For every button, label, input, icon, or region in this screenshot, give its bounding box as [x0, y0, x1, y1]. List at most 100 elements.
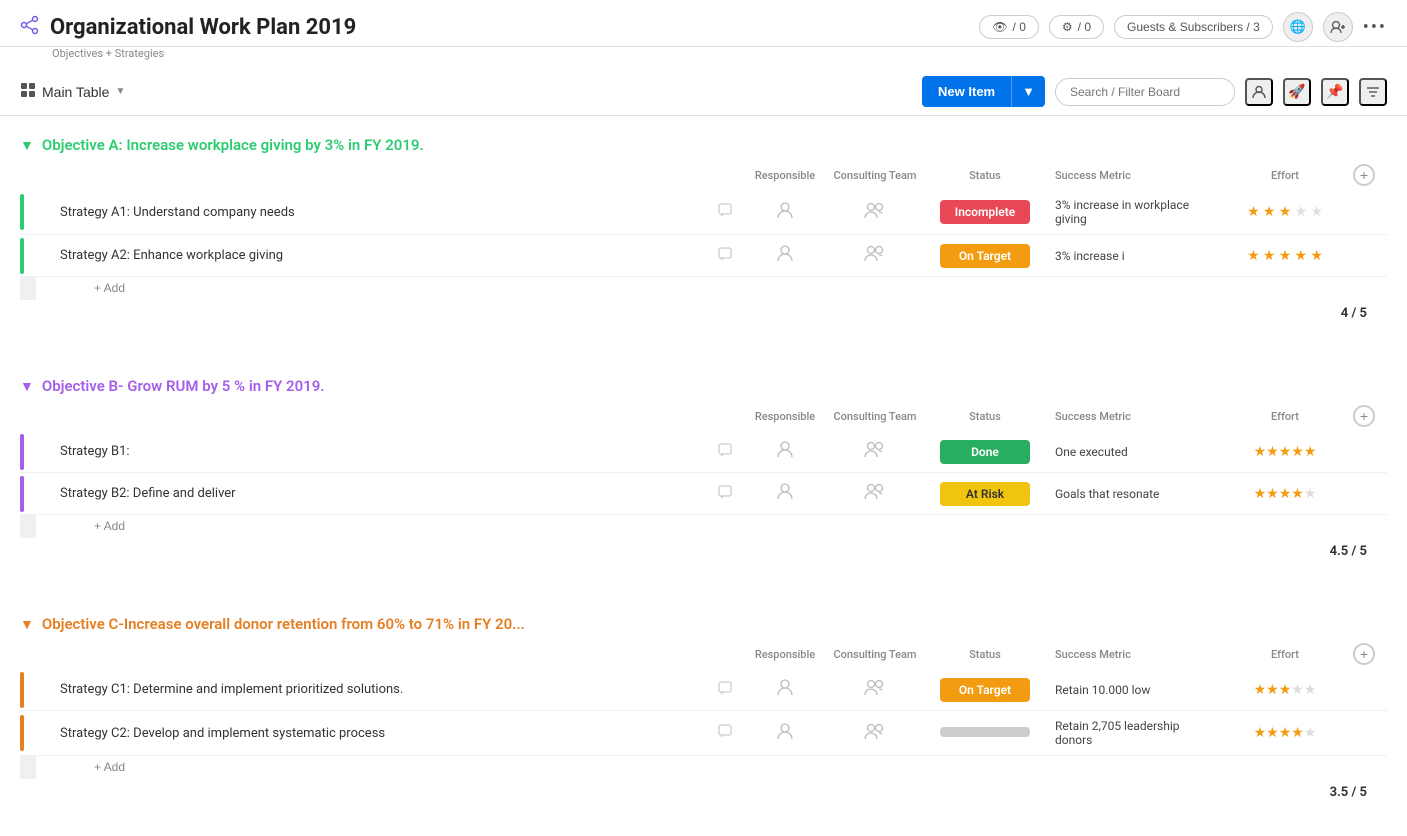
- collapse-btn-b[interactable]: ▼: [20, 378, 34, 394]
- more-btn[interactable]: •••: [1363, 17, 1387, 38]
- automations-btn[interactable]: ⚙ / 0: [1049, 15, 1104, 39]
- consulting-icon[interactable]: [825, 473, 925, 515]
- objective-header-c: ▼ Objective C-Increase overall donor ret…: [20, 615, 1387, 633]
- add-col-btn-b[interactable]: +: [1353, 405, 1375, 427]
- table-row: Strategy B1:: [20, 431, 1387, 473]
- new-item-dropdown-btn[interactable]: ▼: [1011, 76, 1045, 107]
- metric-cell: One executed: [1045, 431, 1225, 473]
- star-5: ★: [1310, 204, 1323, 220]
- responsible-header-b: Responsible: [745, 401, 825, 431]
- collapse-btn-a[interactable]: ▼: [20, 137, 34, 153]
- objective-table-a: Responsible Consulting Team Status Succe…: [20, 160, 1387, 300]
- status-cell[interactable]: Incomplete: [925, 190, 1045, 235]
- effort-header-b: Effort: [1225, 401, 1345, 431]
- responsible-icon[interactable]: [745, 431, 825, 473]
- consulting-icon[interactable]: [825, 431, 925, 473]
- status-header-b: Status: [925, 401, 1045, 431]
- star-1: ★: [1247, 204, 1260, 220]
- stars-cell: ★★★★★: [1225, 431, 1345, 473]
- consulting-header-a: Consulting Team: [825, 160, 925, 190]
- star-3: ★: [1279, 204, 1292, 220]
- search-input[interactable]: [1055, 78, 1235, 106]
- status-badge: [940, 727, 1030, 737]
- strategy-name[interactable]: Strategy B1:: [52, 431, 705, 473]
- status-cell[interactable]: On Target: [925, 235, 1045, 277]
- share-icon[interactable]: [20, 15, 40, 40]
- comment-icon[interactable]: [705, 235, 745, 277]
- add-strategy-btn-c[interactable]: + Add: [58, 760, 125, 774]
- consulting-icon[interactable]: [825, 711, 925, 756]
- objective-title-b[interactable]: Objective B- Grow RUM by 5 % in FY 2019.: [42, 377, 325, 395]
- strategy-name[interactable]: Strategy A2: Enhance workplace giving: [52, 235, 705, 277]
- effort-header-a: Effort: [1225, 160, 1345, 190]
- status-header-a: Status: [925, 160, 1045, 190]
- comment-icon[interactable]: [705, 669, 745, 711]
- consulting-icon[interactable]: [825, 669, 925, 711]
- row-bar: [20, 190, 36, 235]
- collapse-btn-c[interactable]: ▼: [20, 616, 34, 632]
- pin-icon-btn[interactable]: 📌: [1321, 78, 1349, 106]
- metric-header-c: Success Metric: [1045, 639, 1225, 669]
- new-item-button[interactable]: New Item: [922, 76, 1011, 107]
- guests-btn[interactable]: Guests & Subscribers / 3: [1114, 15, 1273, 39]
- add-user-icon-btn[interactable]: [1323, 12, 1353, 42]
- filter-icon-btn[interactable]: [1359, 78, 1387, 106]
- metric-cell: Goals that resonate: [1045, 473, 1225, 515]
- main-table-label: Main Table: [42, 84, 109, 100]
- globe-icon-btn[interactable]: 🌐: [1283, 12, 1313, 42]
- stars-cell: ★★★★★: [1225, 473, 1345, 515]
- row-bar: [20, 235, 36, 277]
- comment-icon[interactable]: [705, 473, 745, 515]
- responsible-icon[interactable]: [745, 235, 825, 277]
- table-row: Strategy C1: Determine and implement pri…: [20, 669, 1387, 711]
- status-cell[interactable]: On Target: [925, 669, 1045, 711]
- person-icon-btn[interactable]: [1245, 78, 1273, 106]
- row-bar: [20, 669, 36, 711]
- responsible-icon[interactable]: [745, 669, 825, 711]
- top-header: Organizational Work Plan 2019 👁 / 0 ⚙ / …: [0, 0, 1407, 47]
- views-btn[interactable]: 👁 / 0: [979, 15, 1039, 39]
- add-strategy-btn-b[interactable]: + Add: [58, 519, 125, 533]
- objective-section-c: ▼ Objective C-Increase overall donor ret…: [20, 615, 1387, 806]
- metric-cell: Retain 2,705 leadership donors: [1045, 711, 1225, 756]
- strategy-name[interactable]: Strategy A1: Understand company needs: [52, 190, 705, 235]
- status-cell[interactable]: [925, 711, 1045, 756]
- status-badge: At Risk: [940, 482, 1030, 506]
- notify-count: 0: [1084, 20, 1091, 34]
- stars-cell: ★ ★ ★ ★ ★: [1225, 190, 1345, 235]
- objective-title-a[interactable]: Objective A: Increase workplace giving b…: [42, 136, 424, 154]
- main-table-btn[interactable]: Main Table ▼: [20, 82, 125, 101]
- strategy-name[interactable]: Strategy C1: Determine and implement pri…: [52, 669, 705, 711]
- table-row: Strategy A1: Understand company needs: [20, 190, 1387, 235]
- star-2: ★: [1263, 248, 1276, 264]
- add-col-btn-a[interactable]: +: [1353, 164, 1375, 186]
- header-right: 👁 / 0 ⚙ / 0 Guests & Subscribers / 3 🌐 •…: [979, 12, 1387, 42]
- add-col-btn-c[interactable]: +: [1353, 643, 1375, 665]
- responsible-icon[interactable]: [745, 711, 825, 756]
- star-3: ★: [1279, 248, 1292, 264]
- consulting-icon[interactable]: [825, 190, 925, 235]
- comment-icon[interactable]: [705, 711, 745, 756]
- consulting-icon[interactable]: [825, 235, 925, 277]
- rocket-icon-btn[interactable]: 🚀: [1283, 78, 1311, 106]
- responsible-icon[interactable]: [745, 190, 825, 235]
- stars-cell: ★★★★★: [1225, 669, 1345, 711]
- grid-icon: [20, 82, 36, 101]
- strategy-name[interactable]: Strategy C2: Develop and implement syste…: [52, 711, 705, 756]
- consulting-header-c: Consulting Team: [825, 639, 925, 669]
- score-row-a: 4 / 5: [20, 300, 1387, 327]
- status-badge: Done: [940, 440, 1030, 464]
- objective-header-b: ▼ Objective B- Grow RUM by 5 % in FY 201…: [20, 377, 1387, 395]
- objective-title-c[interactable]: Objective C-Increase overall donor reten…: [42, 615, 525, 633]
- strategy-name[interactable]: Strategy B2: Define and deliver: [52, 473, 705, 515]
- comment-icon[interactable]: [705, 431, 745, 473]
- star-1: ★: [1247, 248, 1260, 264]
- objective-section-a: ▼ Objective A: Increase workplace giving…: [20, 136, 1387, 327]
- responsible-header-c: Responsible: [745, 639, 825, 669]
- add-strategy-btn-a[interactable]: + Add: [58, 281, 125, 295]
- status-cell[interactable]: Done: [925, 431, 1045, 473]
- responsible-icon[interactable]: [745, 473, 825, 515]
- comment-icon[interactable]: [705, 190, 745, 235]
- table-row: Strategy C2: Develop and implement syste…: [20, 711, 1387, 756]
- status-cell[interactable]: At Risk: [925, 473, 1045, 515]
